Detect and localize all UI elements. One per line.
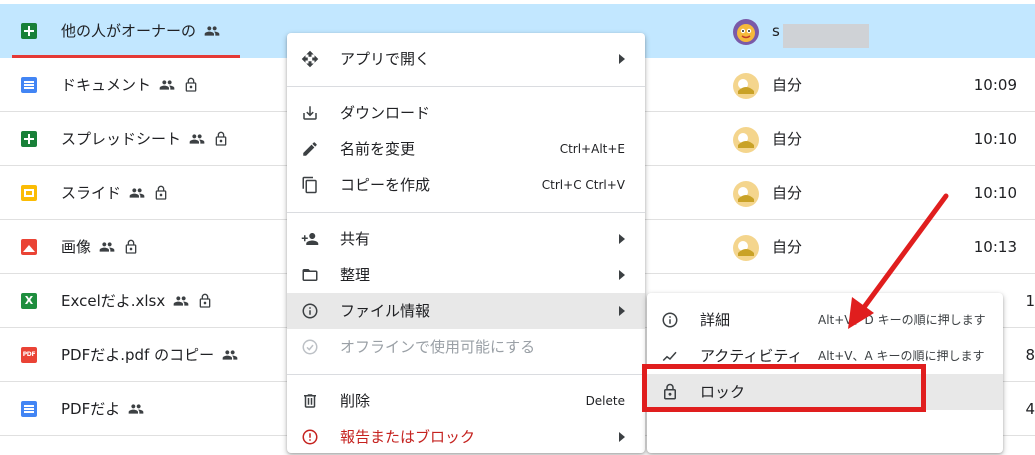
offline-check-icon bbox=[302, 339, 318, 355]
file-name: 画像 bbox=[61, 238, 92, 256]
modified-time: 8 bbox=[1025, 346, 1035, 364]
shared-icon bbox=[189, 134, 205, 144]
owner-avatar bbox=[733, 19, 759, 45]
shared-icon bbox=[173, 296, 189, 306]
owner-name: 自分 bbox=[772, 130, 803, 148]
menu-offline[interactable]: オフラインで使用可能にする bbox=[287, 329, 645, 365]
docs-icon bbox=[21, 401, 37, 417]
menu-share[interactable]: 共有 bbox=[287, 221, 645, 257]
image-icon bbox=[21, 239, 37, 255]
lock-icon bbox=[215, 131, 227, 146]
menu-organize[interactable]: 整理 bbox=[287, 257, 645, 293]
person-add-icon bbox=[301, 233, 319, 245]
folder-icon bbox=[302, 269, 318, 281]
copy-icon bbox=[302, 176, 317, 194]
sheets-icon bbox=[21, 131, 37, 147]
menu-divider bbox=[287, 212, 645, 213]
menu-label: 名前を変更 bbox=[340, 140, 416, 158]
menu-label: 共有 bbox=[340, 230, 371, 248]
excel-icon: X bbox=[21, 293, 37, 309]
file-name: スプレッドシート bbox=[61, 130, 182, 148]
move-arrows-icon bbox=[301, 50, 319, 68]
menu-label: コピーを作成 bbox=[340, 176, 431, 194]
annotation-highlight-box bbox=[642, 364, 926, 412]
pencil-icon bbox=[303, 142, 317, 156]
owner-avatar bbox=[733, 127, 759, 153]
menu-download[interactable]: ダウンロード bbox=[287, 95, 645, 131]
shared-icon bbox=[128, 404, 144, 414]
slides-icon bbox=[21, 185, 37, 201]
trash-icon bbox=[304, 394, 316, 408]
submenu-details[interactable]: 詳細 Alt+V、D キーの順に押します bbox=[647, 302, 1003, 338]
info-icon bbox=[302, 303, 318, 319]
modified-time: 10:10 bbox=[973, 184, 1017, 202]
owner-name: 自分 bbox=[772, 76, 803, 94]
shared-icon bbox=[204, 26, 220, 36]
shortcut-hint: Alt+V、A キーの順に押します bbox=[818, 349, 985, 363]
info-icon bbox=[662, 312, 678, 328]
menu-divider bbox=[287, 374, 645, 375]
docs-icon bbox=[21, 77, 37, 93]
download-icon bbox=[303, 106, 317, 120]
modified-time: 10:10 bbox=[973, 130, 1017, 148]
shortcut-hint: Ctrl+Alt+E bbox=[559, 142, 625, 156]
menu-rename[interactable]: 名前を変更 Ctrl+Alt+E bbox=[287, 131, 645, 167]
menu-divider bbox=[287, 86, 645, 87]
modified-time: 10:09 bbox=[973, 76, 1017, 94]
owner-avatar bbox=[733, 181, 759, 207]
menu-label: 詳細 bbox=[700, 311, 731, 329]
menu-label: 削除 bbox=[340, 392, 371, 410]
shared-icon bbox=[99, 242, 115, 252]
shortcut-hint: Alt+V、D キーの順に押します bbox=[818, 313, 986, 327]
menu-label: ダウンロード bbox=[340, 104, 431, 122]
owner-name: 自分 bbox=[772, 184, 803, 202]
lock-icon bbox=[125, 239, 137, 254]
file-name: ドキュメント bbox=[61, 76, 152, 94]
menu-report[interactable]: 報告またはブロック bbox=[287, 419, 645, 455]
shared-icon bbox=[222, 350, 238, 360]
shared-icon bbox=[129, 188, 145, 198]
activity-icon bbox=[662, 351, 677, 362]
file-name: Excelだよ.xlsx bbox=[61, 292, 166, 310]
menu-label: 報告またはブロック bbox=[340, 428, 476, 446]
redacted-owner-name bbox=[783, 24, 869, 48]
menu-make-copy[interactable]: コピーを作成 Ctrl+C Ctrl+V bbox=[287, 167, 645, 203]
menu-open-with[interactable]: アプリで開く bbox=[287, 41, 645, 77]
chevron-right-icon bbox=[619, 234, 625, 244]
menu-label: ファイル情報 bbox=[340, 302, 431, 320]
lock-icon bbox=[155, 185, 167, 200]
owner-avatar bbox=[733, 235, 759, 261]
lock-icon bbox=[199, 293, 211, 308]
modified-time: 10:13 bbox=[973, 238, 1017, 256]
chevron-right-icon bbox=[619, 54, 625, 64]
shortcut-hint: Ctrl+C Ctrl+V bbox=[541, 178, 625, 192]
context-menu: アプリで開く ダウンロード 名前を変更 Ctrl+Alt+E コピーを作成 Ct… bbox=[287, 33, 645, 453]
menu-file-info[interactable]: ファイル情報 bbox=[287, 293, 645, 329]
modified-time: 4 bbox=[1025, 400, 1035, 418]
shortcut-hint: Delete bbox=[585, 394, 625, 408]
file-name: PDFだよ.pdf のコピー bbox=[61, 346, 215, 364]
owner-name: s bbox=[772, 22, 780, 40]
sheets-icon bbox=[21, 23, 37, 39]
menu-label: 整理 bbox=[340, 266, 371, 284]
menu-label: オフラインで使用可能にする bbox=[340, 338, 536, 356]
file-name: PDFだよ bbox=[61, 400, 121, 418]
file-name: スライド bbox=[61, 184, 122, 202]
chevron-right-icon bbox=[619, 270, 625, 280]
menu-delete[interactable]: 削除 Delete bbox=[287, 383, 645, 419]
chevron-right-icon bbox=[619, 432, 625, 442]
shared-icon bbox=[159, 80, 175, 90]
modified-time: 1 bbox=[1025, 292, 1035, 310]
menu-label: アプリで開く bbox=[340, 50, 431, 68]
lock-icon bbox=[185, 77, 197, 92]
file-name: 他の人がオーナーの bbox=[61, 22, 197, 40]
owner-name: 自分 bbox=[772, 238, 803, 256]
owner-avatar bbox=[733, 73, 759, 99]
report-icon bbox=[302, 429, 318, 445]
pdf-icon: PDF bbox=[21, 347, 37, 363]
chevron-right-icon bbox=[619, 306, 625, 316]
